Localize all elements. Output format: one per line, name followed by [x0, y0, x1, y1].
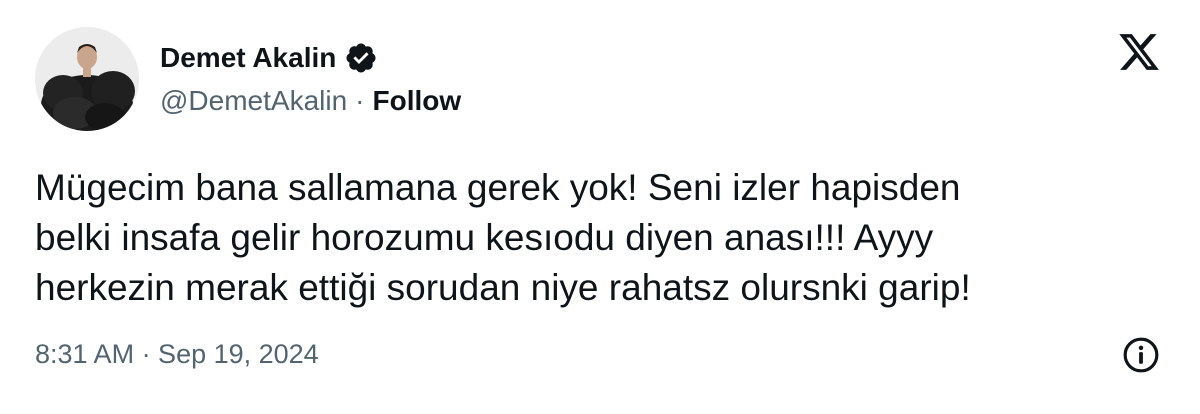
follow-button[interactable]: Follow	[372, 82, 461, 120]
author-handle[interactable]: @DemetAkalin	[160, 82, 347, 120]
profile-photo	[35, 27, 139, 131]
tweet-card: Demet Akalin @DemetAkalin · Follow Mügec…	[0, 0, 1200, 414]
tweet-line: Mügecim bana sallamana gerek yok! Seni i…	[35, 167, 961, 208]
tweet-timestamp[interactable]: 8:31 AM · Sep 19, 2024	[35, 336, 319, 372]
handle-separator: ·	[355, 85, 365, 116]
tweet-line: herkezin merak ettiği sorudan niye rahat…	[35, 267, 971, 308]
verified-badge-icon	[346, 43, 376, 73]
author-handle-row: @DemetAkalin · Follow	[160, 82, 461, 120]
author-name-row: Demet Akalin	[160, 38, 378, 78]
tweet-text: Mügecim bana sallamana gerek yok! Seni i…	[35, 163, 1175, 313]
avatar[interactable]	[35, 27, 139, 131]
x-logo-icon[interactable]	[1116, 30, 1162, 74]
tweet-line: belki insafa gelir horozumu kesıodu diye…	[35, 217, 934, 258]
author-display-name[interactable]: Demet Akalin	[160, 38, 336, 78]
info-icon[interactable]	[1122, 336, 1160, 374]
